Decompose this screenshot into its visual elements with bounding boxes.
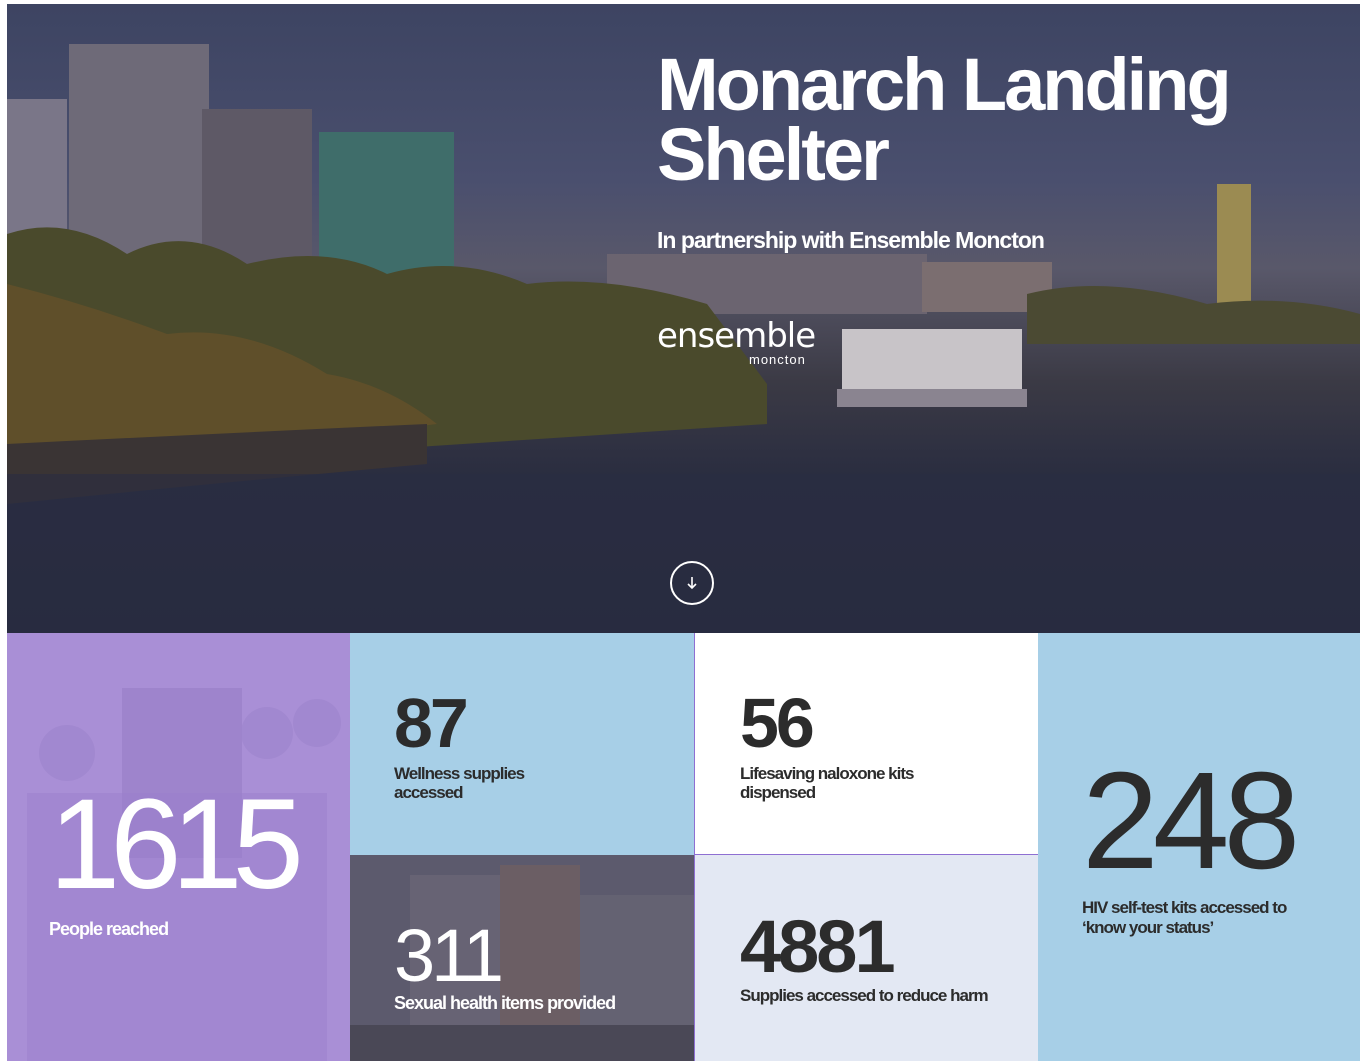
stat-tile-hiv-test-kits: 248 HIV self-test kits accessed to ‘know… <box>1038 633 1360 1061</box>
stat-value: 311 <box>394 914 504 997</box>
stat-label: Wellness supplies accessed <box>394 764 525 802</box>
stat-label: Supplies accessed to reduce harm <box>740 986 989 1005</box>
stat-tile-harm-reduction-supplies: 4881 Supplies accessed to reduce harm <box>694 855 1038 1061</box>
partnership-subtitle: In partnership with Ensemble Moncton <box>657 227 1045 253</box>
hero-banner: Monarch Landing Shelter In partnership w… <box>7 4 1360 633</box>
stat-label: HIV self-test kits accessed to ‘know you… <box>1082 898 1287 937</box>
scroll-down-button[interactable] <box>670 561 714 605</box>
stat-tile-people-reached: 1615 People reached <box>7 633 350 1061</box>
stat-tile-wellness-supplies: 87 Wellness supplies accessed <box>350 633 694 855</box>
stat-label: People reached <box>49 919 169 939</box>
ensemble-moncton-logo: ensemble moncton <box>657 316 827 374</box>
page-title: Monarch Landing Shelter <box>657 43 1232 196</box>
stat-tile-sexual-health-items: 311 Sexual health items provided <box>350 855 694 1061</box>
stat-value: 1615 <box>49 773 304 916</box>
logo-subtext: moncton <box>749 352 806 367</box>
stat-value: 56 <box>740 684 815 762</box>
logo-wordmark: ensemble <box>657 316 816 356</box>
stat-value: 4881 <box>740 905 896 988</box>
stat-label: Sexual health items provided <box>394 993 616 1013</box>
stat-tile-naloxone-kits: 56 Lifesaving naloxone kits dispensed <box>694 633 1038 855</box>
stat-label: Lifesaving naloxone kits dispensed <box>740 764 914 802</box>
stat-value: 87 <box>394 684 469 762</box>
arrow-down-icon <box>687 577 697 590</box>
stat-value: 248 <box>1082 744 1300 898</box>
